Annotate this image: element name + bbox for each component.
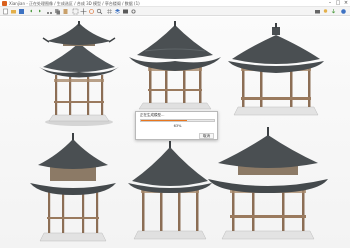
progress-message: 正在生成模型…: [140, 113, 165, 117]
window-title: Xianjian - 正在处理图像 / 生成选区 / 合成 3D 模型 / 亭台…: [9, 1, 140, 6]
title-bar: Xianjian - 正在处理图像 / 生成选区 / 合成 3D 模型 / 亭台…: [0, 0, 350, 7]
zoom-icon[interactable]: [96, 8, 103, 15]
export-icon[interactable]: [330, 8, 337, 15]
pavilion-model-1[interactable]: [33, 21, 125, 129]
copy-icon[interactable]: [54, 8, 61, 15]
progress-bar: [140, 119, 215, 122]
help-icon[interactable]: [340, 8, 347, 15]
cut-icon[interactable]: [46, 8, 53, 15]
grid-icon[interactable]: [106, 8, 113, 15]
settings-icon[interactable]: [130, 8, 137, 15]
progress-bar-fill: [141, 120, 187, 121]
pavilion-model-2[interactable]: [125, 21, 225, 113]
toolbar: [0, 7, 350, 16]
paste-icon[interactable]: [62, 8, 69, 15]
progress-dialog: 正在生成模型… 63% 取消: [135, 111, 218, 140]
render-canvas[interactable]: 正在生成模型… 63% 取消: [0, 17, 350, 248]
new-file-icon[interactable]: [2, 8, 9, 15]
app-logo-icon: [2, 1, 7, 6]
layers-icon[interactable]: [114, 8, 121, 15]
close-icon[interactable]: ×: [342, 0, 350, 7]
undo-icon[interactable]: [28, 8, 35, 15]
render-icon[interactable]: [122, 8, 129, 15]
minimize-icon[interactable]: –: [326, 0, 334, 7]
pavilion-model-3[interactable]: [226, 21, 326, 119]
select-icon[interactable]: [72, 8, 79, 15]
redo-icon[interactable]: [36, 8, 43, 15]
save-icon[interactable]: [18, 8, 25, 15]
pavilion-model-5[interactable]: [124, 139, 216, 248]
open-folder-icon[interactable]: [10, 8, 17, 15]
progress-percent: 63%: [173, 124, 182, 128]
move-icon[interactable]: [80, 8, 87, 15]
maximize-icon[interactable]: □: [334, 0, 342, 7]
pavilion-model-4[interactable]: [28, 129, 118, 248]
rotate-icon[interactable]: [88, 8, 95, 15]
pavilion-model-6[interactable]: [208, 123, 328, 248]
camera-icon[interactable]: [314, 8, 321, 15]
light-icon[interactable]: [322, 8, 329, 15]
cancel-button[interactable]: 取消: [199, 133, 214, 139]
